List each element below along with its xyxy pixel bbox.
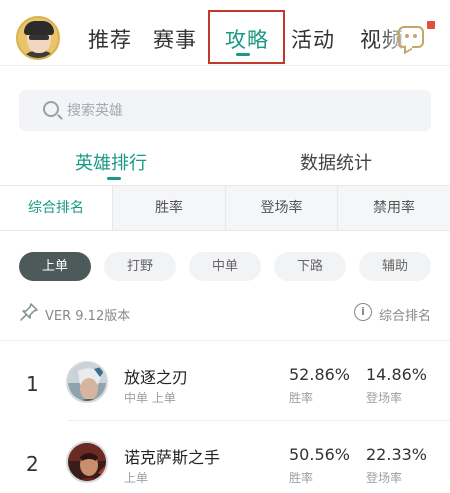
hero-rank: 2 [26, 452, 39, 476]
top-nav: 推荐 赛事 攻略 活动 视频 [0, 0, 450, 66]
sort-segmented-control: 综合排名 胜率 登场率 禁用率 [0, 185, 450, 231]
role-bot[interactable]: 下路 [274, 252, 346, 281]
message-icon[interactable] [398, 26, 424, 48]
hero-role: 中单 上单 [124, 391, 176, 405]
role-jungle[interactable]: 打野 [104, 252, 176, 281]
pick-rate-value: 22.33% [366, 445, 428, 464]
nav-tab-events[interactable]: 活动 [291, 24, 335, 54]
subtab-indicator [107, 177, 121, 180]
hero-portrait [66, 441, 108, 483]
role-mid[interactable]: 中单 [189, 252, 261, 281]
tab-data-stats[interactable]: 数据统计 [300, 149, 372, 175]
pick-rate-label: 登场率 [366, 471, 403, 485]
sort-overall[interactable]: 综合排名 [0, 186, 113, 230]
user-avatar[interactable] [16, 16, 60, 60]
active-tab-indicator [236, 53, 250, 56]
pick-rate-label: 登场率 [366, 391, 403, 405]
win-rate-label: 胜率 [289, 391, 314, 405]
hero-search-bar [19, 90, 431, 131]
search-icon [43, 101, 59, 117]
hero-portrait [66, 361, 108, 403]
hero-name: 放逐之刃 [124, 368, 189, 387]
pin-icon [20, 303, 38, 321]
tab-hero-ranking[interactable]: 英雄排行 [75, 149, 147, 175]
hero-role: 上单 [124, 471, 149, 485]
nav-tab-matches[interactable]: 赛事 [153, 24, 197, 54]
win-rate-value: 52.86% [289, 365, 351, 384]
sort-pick-rate[interactable]: 登场率 [226, 186, 338, 230]
info-icon[interactable]: i [354, 303, 372, 321]
win-rate-label: 胜率 [289, 471, 314, 485]
nav-tab-recommend[interactable]: 推荐 [88, 24, 132, 54]
win-rate-value: 50.56% [289, 445, 351, 464]
sort-win-rate[interactable]: 胜率 [113, 186, 226, 230]
hero-row[interactable]: 2 诺克萨斯之手 上单 50.56% 胜率 22.33% 登场率 [0, 421, 450, 493]
role-support[interactable]: 辅助 [359, 252, 431, 281]
hero-row[interactable]: 1 放逐之刃 中单 上单 52.86% 胜率 14.86% 登场率 [0, 341, 450, 421]
notification-dot [427, 21, 435, 29]
hero-rank: 1 [26, 372, 39, 396]
version-label: VER 9.12版本 [45, 309, 131, 324]
role-top[interactable]: 上单 [19, 252, 91, 281]
current-sort-label: 综合排名 [379, 309, 432, 324]
hero-search-input[interactable] [67, 90, 417, 131]
sort-ban-rate[interactable]: 禁用率 [338, 186, 450, 230]
hero-name: 诺克萨斯之手 [124, 448, 221, 467]
pick-rate-value: 14.86% [366, 365, 428, 384]
